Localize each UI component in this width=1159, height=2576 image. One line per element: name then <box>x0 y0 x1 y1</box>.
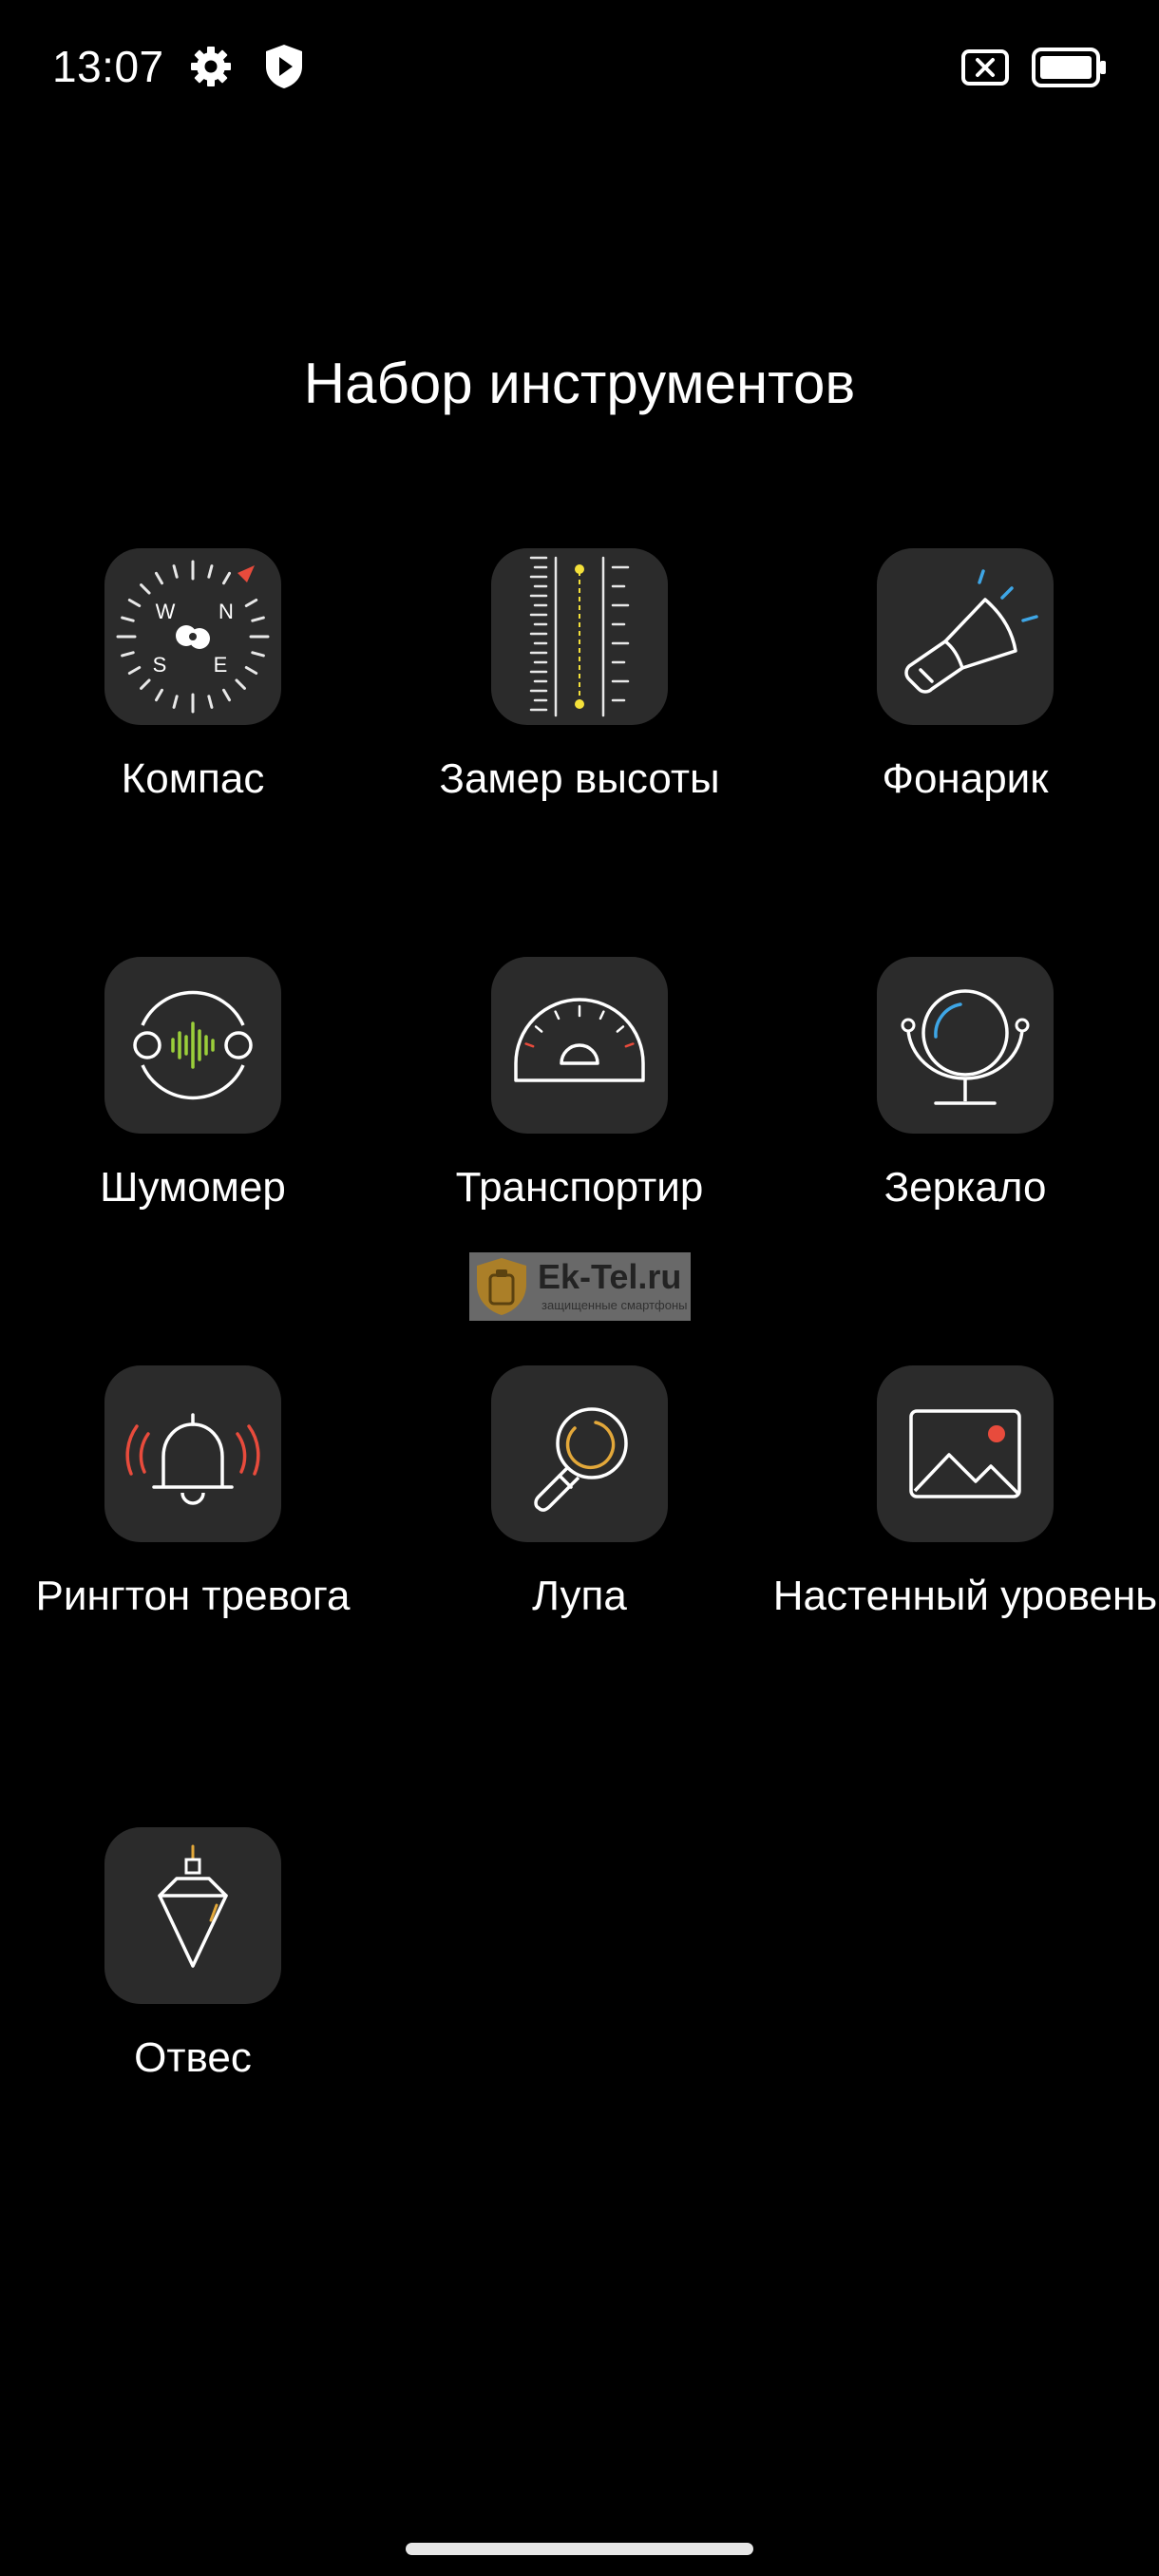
tool-flashlight[interactable]: Фонарик <box>772 548 1158 805</box>
status-bar: 13:07 <box>0 0 1159 133</box>
home-indicator[interactable] <box>406 2543 753 2555</box>
compass-letter-n: N <box>218 600 234 623</box>
tool-magnifier[interactable]: Лупа <box>387 1365 772 1622</box>
tool-label: Отвес <box>134 2034 252 2081</box>
tool-compass[interactable]: W N S E Компас <box>0 548 386 805</box>
tool-label: Компас <box>121 755 265 802</box>
sim-disabled-icon <box>961 49 1009 86</box>
height-ruler-icon <box>529 556 630 717</box>
protractor-icon <box>514 998 645 1082</box>
height-measure-tile[interactable] <box>491 548 668 725</box>
tool-label: Настенный уровень <box>772 1573 1158 1619</box>
page-title: Набор инструментов <box>303 352 856 415</box>
tool-label: Лупа <box>532 1573 627 1619</box>
status-time: 13:07 <box>52 42 164 91</box>
alarm-ringtone-tile[interactable] <box>104 1365 281 1542</box>
tool-mirror[interactable]: Зеркало <box>772 957 1158 1213</box>
tool-label: Замер высоты <box>439 755 720 802</box>
tool-wall-level[interactable]: Настенный уровень <box>772 1365 1158 1622</box>
tool-plumb-bob[interactable]: Отвес <box>0 1827 386 2084</box>
tool-alarm-ringtone[interactable]: Рингтон тревога <box>0 1365 386 1622</box>
compass-letter-w: W <box>156 600 176 623</box>
mirror-icon <box>901 989 1030 1105</box>
alarm-bell-icon <box>125 1413 260 1505</box>
watermark-subtitle: защищенные смартфоны <box>542 1298 688 1312</box>
shield-play-icon <box>264 44 304 89</box>
tool-label: Зеркало <box>884 1164 1047 1211</box>
magnifier-tile[interactable] <box>491 1365 668 1542</box>
tool-label: Транспортир <box>455 1164 704 1211</box>
flashlight-icon <box>904 569 1038 694</box>
compass-icon: W N S E <box>116 560 270 714</box>
watermark-title: Ek-Tel.ru <box>538 1257 682 1296</box>
compass-letter-e: E <box>214 653 228 677</box>
compass-letter-s: S <box>153 653 167 677</box>
shield-logo-icon <box>477 1258 526 1315</box>
wall-level-tile[interactable] <box>877 1365 1054 1542</box>
tool-sound-meter[interactable]: Шумомер <box>0 957 386 1213</box>
compass-tile[interactable]: W N S E <box>104 548 281 725</box>
tool-label: Фонарик <box>882 755 1049 802</box>
mirror-tile[interactable] <box>877 957 1054 1134</box>
tool-height-measure[interactable]: Замер высоты <box>387 548 772 805</box>
plumb-bob-tile[interactable] <box>104 1827 281 2004</box>
sound-meter-icon <box>133 990 253 1100</box>
protractor-tile[interactable] <box>491 957 668 1134</box>
tool-label: Рингтон тревога <box>35 1573 351 1619</box>
plumb-bob-icon <box>158 1844 228 1968</box>
picture-frame-icon <box>909 1409 1021 1498</box>
battery-icon <box>1032 48 1108 87</box>
sound-meter-tile[interactable] <box>104 957 281 1134</box>
tool-protractor[interactable]: Транспортир <box>387 957 772 1213</box>
magnifier-icon <box>534 1407 628 1512</box>
flashlight-tile[interactable] <box>877 548 1054 725</box>
watermark: Ek-Tel.ru защищенные смартфоны <box>469 1252 691 1321</box>
tool-label: Шумомер <box>100 1164 286 1211</box>
gear-icon <box>190 46 232 87</box>
